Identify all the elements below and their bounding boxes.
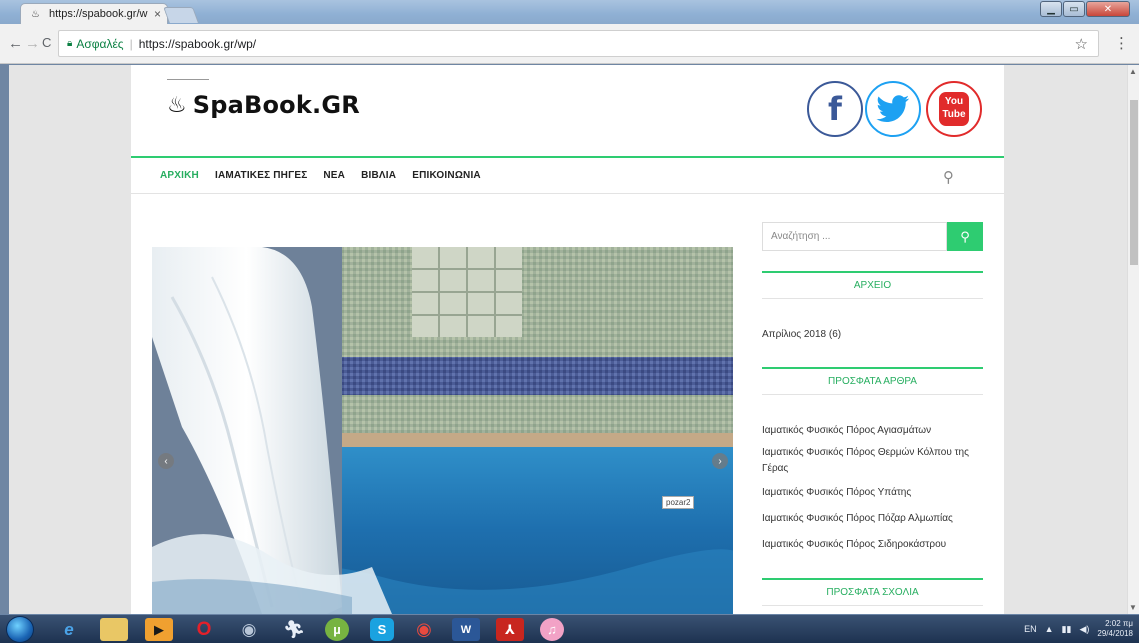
tab-title: https://spabook.gr/wp/ [49, 8, 148, 20]
search-input[interactable]: Αναζήτηση ... [762, 222, 947, 251]
facebook-button[interactable]: f [807, 81, 863, 137]
site-favicon-icon: ♨ [31, 8, 40, 20]
start-button[interactable] [6, 616, 34, 643]
recent-comments-widget-title: ΠΡΟΣΦΑΤΑ ΣΧΟΛΙΑ [762, 578, 983, 606]
nav-item-home[interactable]: ΑΡΧΙΚΗ [160, 170, 199, 181]
logo-text: SpaBook.GR [192, 91, 360, 119]
tray-expand-icon[interactable]: ▲ [1045, 624, 1054, 634]
back-icon[interactable]: ← [8, 35, 23, 52]
site-logo[interactable]: ♨ SpaBook.GR [167, 91, 360, 119]
recent-post-link[interactable]: Ιαματικός Φυσικός Πόρος Πόζαρ Αλμωπίας [762, 511, 983, 527]
language-indicator[interactable]: EN [1024, 624, 1037, 634]
twitter-icon [876, 95, 909, 122]
youtube-label-bottom: Tube [942, 109, 966, 120]
slider-next-button[interactable]: › [712, 453, 728, 469]
page-viewport: ♨ SpaBook.GR f You Tube ΑΡΧΙΚΗ ΙΑΜΑΤΙΚΕΣ… [9, 65, 1127, 614]
system-tray: EN ▲ ▮▮ ◀︎) 2:02 πμ 29/4/2018 [1024, 619, 1133, 639]
scroll-down-icon[interactable]: ▼ [1129, 603, 1137, 612]
youtube-label-top: You [944, 96, 964, 107]
twitter-button[interactable] [865, 81, 921, 137]
recent-posts-widget-title: ΠΡΟΣΦΑΤΑ ΑΡΘΡΑ [762, 367, 983, 395]
scroll-up-icon[interactable]: ▲ [1129, 67, 1137, 76]
archive-item[interactable]: Απρίλιος 2018 (6) [762, 327, 983, 343]
url-text: https://spabook.gr/wp/ [138, 36, 257, 51]
runner-app-icon[interactable]: 🏃︎ [280, 618, 308, 641]
browser-tab[interactable]: ♨ https://spabook.gr/wp/ × [20, 3, 168, 24]
slider-prev-button[interactable]: ‹ [158, 453, 174, 469]
lock-icon: 🔒︎ [67, 38, 73, 49]
nav-item-contact[interactable]: ΕΠΙΚΟΙΝΩΝΙΑ [412, 170, 481, 181]
skype-icon[interactable]: S [370, 618, 394, 641]
youtube-icon: You Tube [939, 92, 969, 126]
scrollbar-thumb[interactable] [1130, 100, 1138, 265]
browser-toolbar: ← → C 🔒︎ Ασφαλές | https://spabook.gr/wp… [0, 24, 1139, 64]
hot-spring-icon: ♨ [167, 92, 187, 118]
reload-icon[interactable]: C [42, 35, 51, 50]
secure-label: Ασφαλές [76, 36, 124, 51]
media-player-icon[interactable]: ▶ [145, 618, 173, 641]
new-tab-button[interactable] [163, 7, 199, 23]
word-icon[interactable]: W [452, 618, 480, 641]
clock-time: 2:02 πμ [1105, 619, 1133, 628]
clock-date: 29/4/2018 [1097, 629, 1133, 638]
network-icon[interactable]: ▮▮ [1062, 624, 1072, 635]
slide-image [152, 247, 733, 614]
vertical-scrollbar[interactable]: ▲ ▼ [1127, 65, 1139, 614]
tab-close-button[interactable]: × [154, 7, 161, 21]
clock[interactable]: 2:02 πμ 29/4/2018 [1097, 619, 1133, 639]
slide-caption: pozar2 [662, 496, 695, 509]
window-titlebar: ♨ https://spabook.gr/wp/ × ▁ ▭ ✕ [0, 0, 1139, 24]
logo-rule [167, 79, 209, 80]
itunes-icon[interactable]: ♫ [540, 618, 564, 641]
acrobat-icon[interactable]: ⅄ [496, 618, 524, 641]
recent-post-link[interactable]: Ιαματικός Φυσικός Πόρος Υπάτης [762, 485, 983, 501]
star-icon[interactable]: ☆ [1075, 35, 1088, 53]
utorrent-icon[interactable]: µ [325, 618, 349, 641]
nav-item-springs[interactable]: ΙΑΜΑΤΙΚΕΣ ΠΗΓΕΣ [215, 170, 307, 181]
opera-icon[interactable]: O [190, 618, 218, 641]
ie-icon[interactable]: e [55, 618, 83, 641]
minimize-button[interactable]: ▁ [1040, 1, 1062, 17]
search-icon: ⚲ [960, 228, 970, 244]
chrome-icon[interactable]: ◉ [410, 618, 438, 641]
taskbar: e ▶ O ◉ 🏃︎ µ S ◉ W ⅄ ♫ EN ▲ ▮▮ ◀︎) 2:02 … [0, 614, 1139, 643]
main-navigation: ΑΡΧΙΚΗ ΙΑΜΑΤΙΚΕΣ ΠΗΓΕΣ ΝΕΑ ΒΙΒΛΙΑ ΕΠΙΚΟΙ… [131, 156, 1004, 194]
search-icon[interactable]: ⚲ [943, 168, 954, 186]
forward-icon[interactable]: → [25, 35, 40, 52]
close-button[interactable]: ✕ [1086, 1, 1130, 17]
page-container: ♨ SpaBook.GR f You Tube ΑΡΧΙΚΗ ΙΑΜΑΤΙΚΕΣ… [131, 65, 1004, 614]
url-separator: | [129, 36, 133, 51]
facebook-icon: f [828, 90, 842, 128]
site-header: ♨ SpaBook.GR f You Tube [131, 65, 1004, 157]
nav-item-news[interactable]: ΝΕΑ [323, 170, 345, 181]
youtube-button[interactable]: You Tube [926, 81, 982, 137]
recent-post-link[interactable]: Ιαματικός Φυσικός Πόρος Θερμών Κόλπου τη… [762, 445, 983, 477]
chrome-canary-icon[interactable]: ◉ [235, 618, 263, 641]
recent-post-link[interactable]: Ιαματικός Φυσικός Πόρος Αγιασμάτων [762, 423, 983, 439]
recent-post-link[interactable]: Ιαματικός Φυσικός Πόρος Σιδηροκάστρου [762, 537, 983, 553]
image-slider[interactable]: ‹ › pozar2 [152, 247, 733, 614]
address-bar[interactable]: 🔒︎ Ασφαλές | https://spabook.gr/wp/ ☆ [58, 30, 1099, 57]
volume-icon[interactable]: ◀︎) [1079, 624, 1089, 635]
nav-item-books[interactable]: ΒΙΒΛΙΑ [361, 170, 396, 181]
explorer-icon[interactable] [100, 618, 128, 641]
kebab-menu-icon[interactable]: ⋮ [1114, 34, 1129, 52]
search-submit-button[interactable]: ⚲ [947, 222, 983, 251]
maximize-button[interactable]: ▭ [1063, 1, 1085, 17]
archive-widget-title: ΑΡΧΕΙΟ [762, 271, 983, 299]
